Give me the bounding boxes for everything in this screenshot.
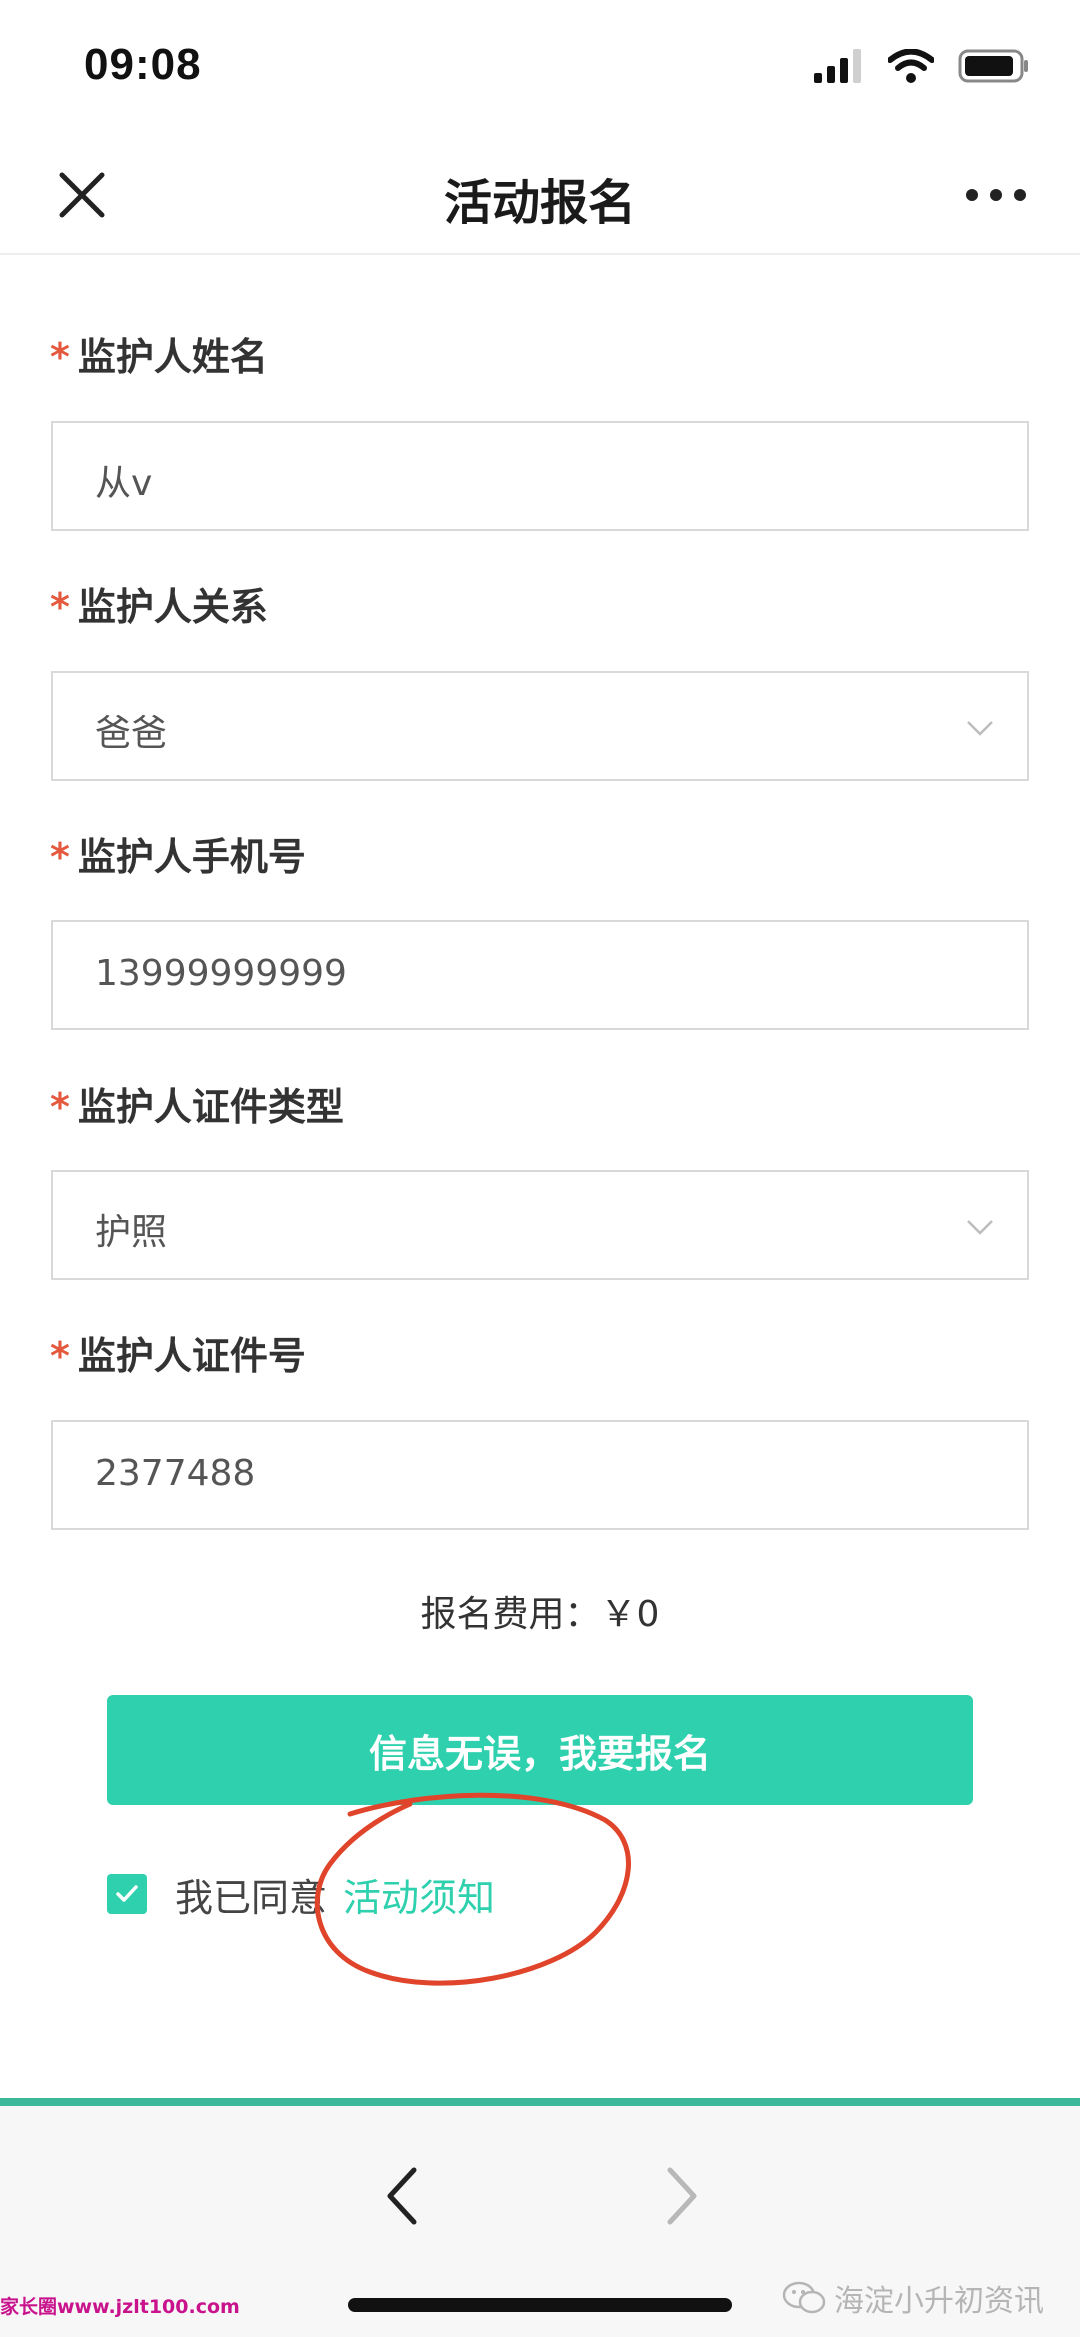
- chevron-right-icon[interactable]: [660, 2164, 704, 2228]
- guardian-phone-label-text: 监护人手机号: [77, 835, 306, 879]
- guardian-id-number-input[interactable]: 2377488: [51, 1420, 1029, 1530]
- bottom-toolbar: 家长圈www.jzlt100.com 海淀小升初资讯: [0, 2106, 1080, 2337]
- page-title: 活动报名: [443, 175, 636, 231]
- guardian-id-type-label: * 监护人证件类型: [50, 1076, 344, 1131]
- registration-fee: 报名费用：￥0: [0, 1585, 1080, 1637]
- status-time: 09:08: [84, 40, 202, 89]
- required-mark: *: [50, 1085, 70, 1129]
- required-mark: *: [50, 1334, 70, 1378]
- required-mark: *: [50, 835, 70, 879]
- guardian-phone-value: 13999999999: [95, 953, 347, 994]
- guardian-relation-value: 爸爸: [95, 713, 168, 754]
- agree-checkbox[interactable]: [107, 1874, 147, 1914]
- battery-icon: [958, 49, 1028, 83]
- guardian-name-label: * 监护人姓名: [50, 326, 268, 381]
- required-mark: *: [50, 335, 70, 379]
- wifi-icon: [888, 49, 934, 83]
- guardian-phone-input[interactable]: 13999999999: [51, 920, 1029, 1030]
- guardian-id-number-label-text: 监护人证件号: [77, 1334, 306, 1378]
- guardian-name-input[interactable]: 从v: [51, 421, 1029, 531]
- signal-icon: [814, 49, 861, 83]
- guardian-phone-label: * 监护人手机号: [50, 826, 306, 881]
- status-icons: [814, 46, 1030, 86]
- home-indicator: [348, 2298, 732, 2312]
- guardian-name-value: 从v: [95, 463, 153, 504]
- guardian-name-label-text: 监护人姓名: [77, 335, 268, 379]
- chevron-left-icon[interactable]: [380, 2164, 424, 2228]
- watermark-left: 家长圈www.jzlt100.com: [0, 2296, 240, 2318]
- chevron-down-icon: [967, 1220, 993, 1235]
- guardian-id-type-label-text: 监护人证件类型: [77, 1085, 344, 1129]
- nav-bar: 活动报名: [0, 135, 1080, 255]
- chevron-down-icon: [967, 721, 993, 736]
- watermark-right-text: 海淀小升初资讯: [834, 2284, 1044, 2319]
- guardian-id-type-value: 护照: [95, 1212, 168, 1253]
- screen: 09:08 活动报名 * 监护人姓名 从v * 监护人关系 爸爸 * 监护人手机…: [0, 0, 1080, 2337]
- required-mark: *: [50, 585, 70, 629]
- fee-label: 报名费用：: [420, 1594, 601, 1635]
- guardian-relation-label-text: 监护人关系: [77, 585, 268, 629]
- guardian-relation-select[interactable]: 爸爸: [51, 671, 1029, 781]
- guardian-id-number-label: * 监护人证件号: [50, 1325, 306, 1380]
- status-bar: 09:08: [0, 0, 1080, 135]
- guardian-id-type-select[interactable]: 护照: [51, 1170, 1029, 1280]
- guardian-id-number-value: 2377488: [95, 1453, 256, 1494]
- watermark-right: 海淀小升初资讯: [782, 2276, 1044, 2320]
- wechat-icon: [782, 2281, 826, 2314]
- toolbar-divider: [0, 2098, 1080, 2106]
- fee-value: ￥0: [600, 1594, 660, 1635]
- guardian-relation-label: * 监护人关系: [50, 576, 268, 631]
- annotation-circle: [314, 1792, 631, 1986]
- more-icon[interactable]: [964, 175, 1028, 215]
- check-icon: [116, 1885, 138, 1902]
